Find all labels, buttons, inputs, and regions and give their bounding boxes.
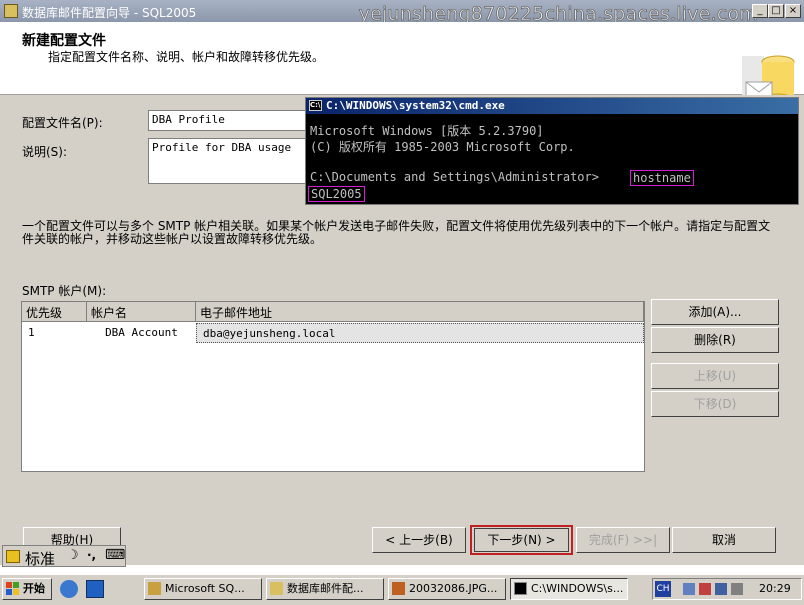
add-account-button[interactable]: 添加(A)... <box>651 299 779 325</box>
taskbar-item-label: Microsoft SQ... <box>165 582 245 595</box>
system-tray: CH 20:29 <box>652 578 802 600</box>
info-text-line2: 件关联的帐户，并移动这些帐户以设置故障转移优先级。 <box>22 232 323 246</box>
close-button[interactable]: × <box>785 4 801 18</box>
back-button[interactable]: < 上一步(B) <box>372 527 466 553</box>
ie-icon[interactable] <box>60 580 78 598</box>
ime-icon[interactable] <box>6 550 20 563</box>
cmd-prompt: C:\Documents and Settings\Administrator> <box>310 170 599 184</box>
security-icon[interactable] <box>699 583 711 595</box>
taskbar-item-label: 20032086.JPG... <box>409 582 498 595</box>
column-header-email[interactable]: 电子邮件地址 <box>196 302 644 322</box>
move-down-button[interactable]: 下移(D) <box>651 391 779 417</box>
image-icon <box>392 582 405 595</box>
cmd-window[interactable]: C:\ C:\WINDOWS\system32\cmd.exe Microsof… <box>305 97 799 205</box>
wizard-header: 新建配置文件 指定配置文件名称、说明、帐户和故障转移优先级。 <box>0 22 804 107</box>
move-up-button[interactable]: 上移(U) <box>651 363 779 389</box>
window-titlebar: 数据库邮件配置向导 - SQL2005 yejunsheng870225chin… <box>0 0 804 25</box>
ime-toolbar[interactable]: 标准 ☽ ·, ⌨ <box>2 545 126 569</box>
page-subtitle: 指定配置文件名称、说明、帐户和故障转移优先级。 <box>48 50 325 64</box>
cell-account: DBA Account <box>105 326 178 339</box>
cancel-button[interactable]: 取消 <box>672 527 776 553</box>
cmd-line-copyright: (C) 版权所有 1985-2003 Microsoft Corp. <box>310 140 575 154</box>
moon-icon[interactable]: ☽ <box>67 548 79 563</box>
remove-account-button[interactable]: 删除(R) <box>651 327 779 353</box>
maximize-button[interactable]: □ <box>768 4 784 18</box>
wizard-icon <box>270 582 283 595</box>
cell-priority: 1 <box>28 326 35 339</box>
taskbar: 开始 Microsoft SQ... 数据库邮件配... 20032086.JP… <box>0 574 804 605</box>
cmd-icon: C:\ <box>309 100 322 111</box>
cmd-titlebar: C:\ C:\WINDOWS\system32\cmd.exe <box>306 98 798 114</box>
language-indicator[interactable]: CH <box>655 581 671 597</box>
sql-icon <box>148 582 161 595</box>
cmd-line-version: Microsoft Windows [版本 5.2.3790] <box>310 124 544 138</box>
ime-mode-label[interactable]: 标准 <box>25 548 55 569</box>
taskbar-item-wizard[interactable]: 数据库邮件配... <box>266 578 384 600</box>
windows-logo-icon <box>6 582 19 595</box>
start-button[interactable]: 开始 <box>2 578 52 600</box>
smtp-accounts-label: SMTP 帐户(M): <box>22 284 107 298</box>
profile-name-input[interactable]: DBA Profile <box>148 110 306 131</box>
punctuation-icon[interactable]: ·, <box>87 548 96 562</box>
profile-name-label: 配置文件名(P): <box>22 116 103 130</box>
clock[interactable]: 20:29 <box>759 582 791 595</box>
quicklaunch-icon[interactable] <box>86 580 104 598</box>
network-icon[interactable] <box>683 583 695 595</box>
next-button[interactable]: 下一步(N) > <box>474 528 569 552</box>
description-label: 说明(S): <box>22 145 68 159</box>
cmd-output: SQL2005 <box>308 186 365 202</box>
description-input[interactable]: Profile for DBA usage <box>148 138 306 184</box>
taskbar-item-cmd[interactable]: C:\WINDOWS\s... <box>510 578 628 600</box>
app-icon <box>4 4 18 18</box>
taskbar-item-label: C:\WINDOWS\s... <box>531 582 624 595</box>
table-row[interactable]: 1 DBA Account dba@yejunsheng.local <box>22 323 644 343</box>
monitor-icon[interactable] <box>715 583 727 595</box>
taskbar-item-label: 数据库邮件配... <box>287 582 364 595</box>
column-header-priority[interactable]: 优先级 <box>22 302 87 322</box>
cmd-command: hostname <box>630 170 694 186</box>
cell-email: dba@yejunsheng.local <box>196 323 644 343</box>
cmd-taskbar-icon <box>514 582 527 595</box>
start-label: 开始 <box>23 582 45 595</box>
volume-icon[interactable] <box>731 583 743 595</box>
cmd-title: C:\WINDOWS\system32\cmd.exe <box>326 99 505 112</box>
soft-keyboard-icon[interactable]: ⌨ <box>105 547 125 563</box>
taskbar-item-sql[interactable]: Microsoft SQ... <box>144 578 262 600</box>
taskbar-item-image[interactable]: 20032086.JPG... <box>388 578 506 600</box>
window-title: 数据库邮件配置向导 - SQL2005 <box>22 6 197 20</box>
page-title: 新建配置文件 <box>22 33 106 49</box>
minimize-button[interactable]: _ <box>752 4 768 18</box>
finish-button[interactable]: 完成(F) >>| <box>576 527 670 553</box>
smtp-accounts-table[interactable]: 优先级 帐户名 电子邮件地址 1 DBA Account dba@yejunsh… <box>21 301 645 472</box>
column-header-account[interactable]: 帐户名 <box>87 302 196 322</box>
